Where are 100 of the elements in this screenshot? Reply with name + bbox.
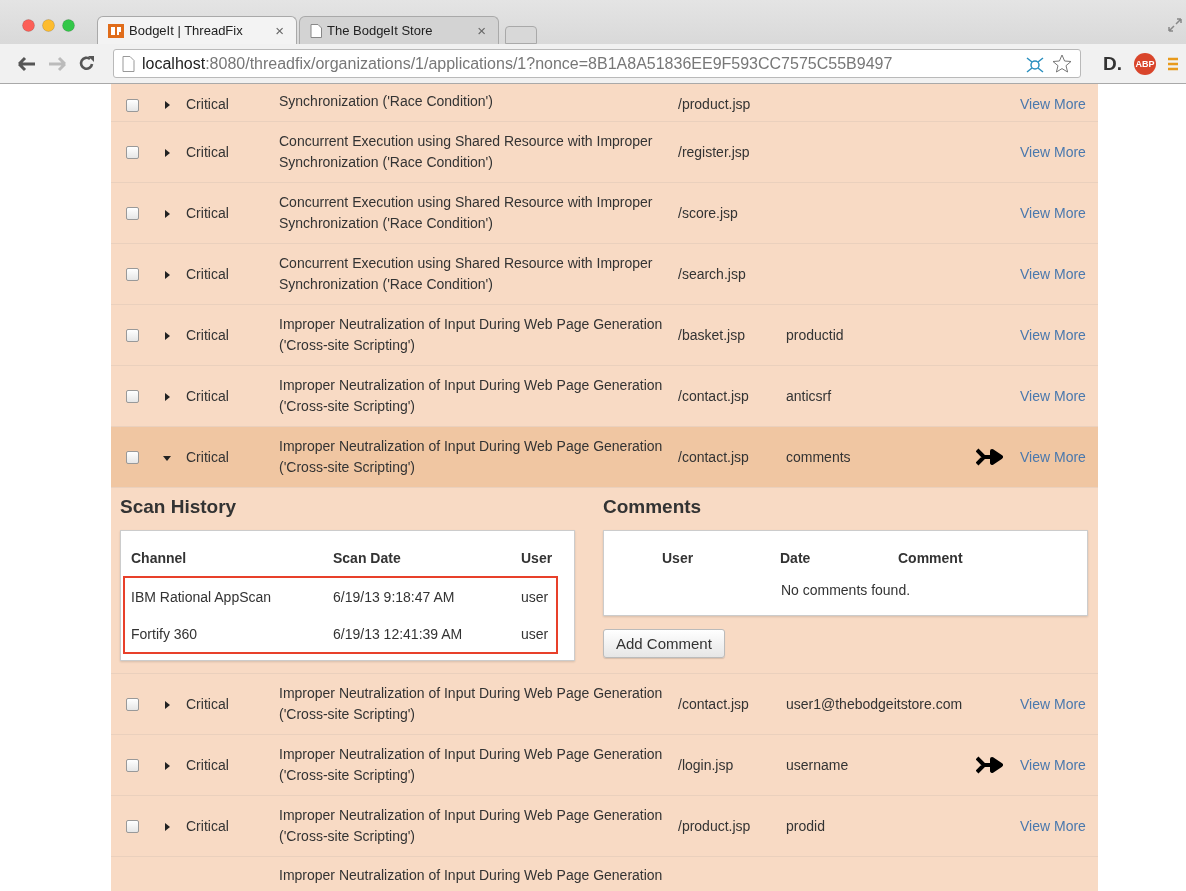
back-arrow-icon[interactable] xyxy=(18,55,36,72)
view-more-link[interactable]: View More xyxy=(1020,266,1086,282)
view-more-link[interactable]: View More xyxy=(1020,205,1086,221)
vulnerability-description: Improper Neutralization of Input During Web Page Generation ('Cross-site Scripting') xyxy=(279,315,664,355)
reload-icon[interactable] xyxy=(78,55,95,72)
row-checkbox[interactable] xyxy=(126,450,139,464)
vulnerability-description: Improper Neutralization of Input During Web Page Generation ('Cross-site Scripting') xyxy=(279,437,664,477)
severity-text: Critical xyxy=(186,388,230,404)
path-text: /contact.jsp xyxy=(678,449,750,465)
vulnerability-description: Improper Neutralization of Input During Web Page Generation ('Cross-site Scripting') xyxy=(279,684,664,724)
caret-icon[interactable] xyxy=(163,823,171,831)
path-text: /score.jsp xyxy=(678,205,739,221)
caret-icon[interactable] xyxy=(163,701,171,709)
caret-icon[interactable] xyxy=(163,332,171,340)
vulnerability-description: Concurrent Execution using Shared Resource with Improper Synchronization ('Race Condition') xyxy=(279,132,654,172)
table-cell-text: 6/19/13 12:41:39 AM xyxy=(333,625,464,642)
parameter-text: username xyxy=(786,757,849,773)
column-header: Comment xyxy=(898,550,964,566)
browser-tab[interactable]: The BodgeIt Store × xyxy=(299,16,499,44)
column-header: User xyxy=(662,550,695,566)
caret-icon[interactable] xyxy=(163,271,171,279)
threadfix-logo-icon xyxy=(108,23,124,38)
close-tab-button[interactable]: × xyxy=(275,22,284,39)
row-checkbox[interactable] xyxy=(126,697,139,711)
caret-icon[interactable] xyxy=(163,454,171,462)
path-text: /search.jsp xyxy=(678,266,747,282)
severity-text: Critical xyxy=(186,696,230,712)
row-checkbox[interactable] xyxy=(126,758,139,772)
view-more-link[interactable]: View More xyxy=(1020,757,1086,773)
empty-message: No comments found. xyxy=(780,582,911,598)
severity-text: Critical xyxy=(186,757,230,773)
column-header: Channel xyxy=(131,549,188,566)
row-checkbox[interactable] xyxy=(126,819,139,833)
vulnerability-description: Synchronization ('Race Condition') xyxy=(279,92,494,111)
section-heading: Comments xyxy=(603,496,703,518)
vulnerability-description: Improper Neutralization of Input During Web Page Generation ('Cross-site Scripting') xyxy=(279,376,664,416)
close-tab-button[interactable]: × xyxy=(477,22,486,39)
severity-text: Critical xyxy=(186,144,230,160)
add-comment-button[interactable]: Add Comment xyxy=(603,629,725,658)
vulnerability-description: Improper Neutralization of Input During Web Page Generation ('Cross-site Scripting') xyxy=(279,806,664,846)
view-more-link[interactable]: View More xyxy=(1020,449,1086,465)
row-checkbox[interactable] xyxy=(126,206,139,220)
star-icon[interactable] xyxy=(1052,54,1072,73)
row-checkbox[interactable] xyxy=(126,328,139,342)
caret-icon[interactable] xyxy=(163,101,171,109)
view-more-link[interactable]: View More xyxy=(1020,818,1086,834)
row-checkbox[interactable] xyxy=(126,389,139,403)
parameter-text: comments xyxy=(786,449,851,465)
extension-button[interactable]: D. xyxy=(1103,52,1122,75)
severity-text: Critical xyxy=(186,818,230,834)
menu-icon[interactable] xyxy=(1168,56,1178,71)
path-text: /product.jsp xyxy=(678,96,752,112)
caret-icon[interactable] xyxy=(163,149,171,157)
row-checkbox[interactable] xyxy=(126,99,139,112)
address-bar[interactable]: localhost:8080/threadfix/organizations/1/applications/1?nonce=8B1A8A51836EE9F593CC7575C55B9497 xyxy=(113,49,1081,78)
parameter-text: anticsrf xyxy=(786,388,832,404)
parameter-text: user1@thebodgeitstore.com xyxy=(786,696,963,712)
row-checkbox[interactable] xyxy=(126,267,139,281)
path-text: /product.jsp xyxy=(678,818,752,834)
table-cell-text: 6/19/13 9:18:47 AM xyxy=(333,588,456,605)
severity-text: Critical xyxy=(186,449,230,465)
close-window-icon[interactable] xyxy=(22,19,35,32)
path-text: /contact.jsp xyxy=(678,696,750,712)
path-text: /basket.jsp xyxy=(678,327,746,343)
row-checkbox[interactable] xyxy=(126,145,139,159)
parameter-text: prodid xyxy=(786,818,825,834)
caret-icon[interactable] xyxy=(163,393,171,401)
caret-icon[interactable] xyxy=(163,210,171,218)
section-heading: Scan History xyxy=(120,496,238,518)
browser-tab[interactable]: BodgeIt | ThreadFix × xyxy=(97,16,297,44)
severity-text: Critical xyxy=(186,96,230,112)
severity-text: Critical xyxy=(186,327,230,343)
zoom-window-icon[interactable] xyxy=(62,19,75,32)
column-header: Scan Date xyxy=(333,549,402,566)
page-icon xyxy=(310,23,322,38)
minimize-window-icon[interactable] xyxy=(42,19,55,32)
view-more-link[interactable]: View More xyxy=(1020,696,1086,712)
column-header: User xyxy=(521,549,554,566)
fullscreen-icon[interactable] xyxy=(1168,18,1182,32)
parameter-text: productid xyxy=(786,327,844,343)
vulnerability-description: Concurrent Execution using Shared Resource with Improper Synchronization ('Race Condition') xyxy=(279,254,654,294)
adblock-button[interactable]: ABP xyxy=(1134,52,1156,75)
new-tab-button[interactable] xyxy=(505,26,537,44)
table-cell-text: IBM Rational AppScan xyxy=(131,588,273,605)
table-cell-text: user xyxy=(521,588,550,605)
view-more-link[interactable]: View More xyxy=(1020,96,1086,112)
view-more-link[interactable]: View More xyxy=(1020,327,1086,343)
path-text: /register.jsp xyxy=(678,144,751,160)
vulnerability-description: Improper Neutralization of Input During Web Page Generation xyxy=(279,866,664,885)
column-header: Date xyxy=(780,550,812,566)
view-more-link[interactable]: View More xyxy=(1020,388,1086,404)
path-text: /login.jsp xyxy=(678,757,735,773)
caret-icon[interactable] xyxy=(163,762,171,770)
path-text: /contact.jsp xyxy=(678,388,750,404)
table-cell-text: Fortify 360 xyxy=(131,625,199,642)
table-cell-text: user xyxy=(521,625,550,642)
view-more-link[interactable]: View More xyxy=(1020,144,1086,160)
page-icon xyxy=(122,55,135,72)
network-icon[interactable] xyxy=(1025,54,1045,73)
vulnerability-description: Concurrent Execution using Shared Resource with Improper Synchronization ('Race Condition') xyxy=(279,193,654,233)
